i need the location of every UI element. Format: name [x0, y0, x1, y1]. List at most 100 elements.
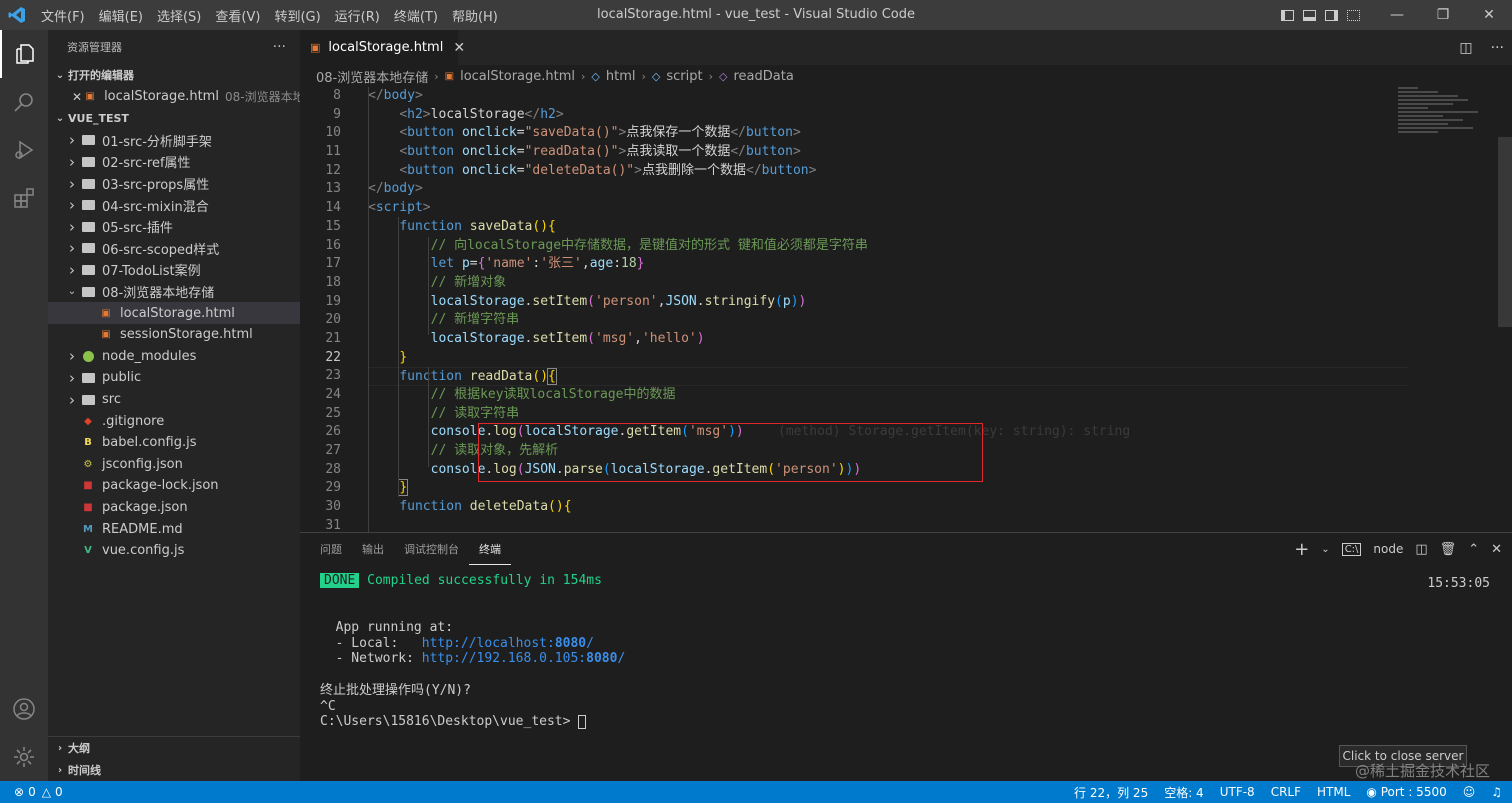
code-line: </body>: [368, 181, 423, 197]
open-editors-section[interactable]: ⌄ 打开的编辑器: [48, 64, 300, 86]
tree-item[interactable]: › public: [48, 367, 300, 389]
terminal-shell-name[interactable]: node: [1373, 542, 1403, 556]
line-number: 22: [325, 349, 341, 365]
menu-item[interactable]: 选择(S): [150, 6, 208, 25]
toggle-secondary-sidebar-icon[interactable]: [1320, 0, 1342, 30]
tree-item[interactable]: › 04-src-mixin混合: [48, 194, 300, 216]
tab-localstorage[interactable]: ▣ localStorage.html ✕: [300, 30, 465, 65]
close-icon[interactable]: ✕: [1466, 0, 1512, 30]
live-server-port[interactable]: ◉ Port : 5500: [1366, 785, 1446, 799]
tree-item[interactable]: ▣ localStorage.html: [48, 302, 300, 324]
search-icon[interactable]: [0, 78, 48, 126]
file-tree: › 01-src-分析脚手架 › 02-src-ref属性 › 03-src-props属…: [48, 130, 300, 562]
tree-item[interactable]: › 07-TodoList案例: [48, 259, 300, 281]
explorer-icon[interactable]: [0, 30, 48, 78]
tree-item[interactable]: M README.md: [48, 518, 300, 540]
tab-output[interactable]: 输出: [352, 533, 394, 565]
breadcrumb-item[interactable]: localStorage.html: [460, 69, 575, 84]
tree-item[interactable]: ▣ sessionStorage.html: [48, 324, 300, 346]
chevron-down-icon: ⌄: [55, 113, 65, 125]
toggle-sidebar-icon[interactable]: [1276, 0, 1298, 30]
extensions-icon[interactable]: [0, 174, 48, 222]
code-editor[interactable]: 8 9 10 11 12 13 14 15 16 17 18 19 20 21 22 23 24 25 26 27 28…: [300, 87, 1512, 532]
more-actions-icon[interactable]: ···: [1491, 40, 1504, 56]
menu-item[interactable]: 帮助(H): [445, 6, 505, 25]
tree-item-label: sessionStorage.html: [120, 327, 253, 343]
tree-item[interactable]: ■ package-lock.json: [48, 475, 300, 497]
maximize-panel-icon[interactable]: ⌃: [1468, 542, 1479, 557]
menu-item[interactable]: 转到(G): [267, 6, 327, 25]
tab-label: localStorage.html: [328, 40, 444, 55]
line-number: 12: [325, 162, 341, 178]
code-area[interactable]: </body> <h2>localStorage</h2> <button on…: [368, 87, 1408, 532]
local-port[interactable]: 8080: [555, 636, 586, 651]
timeline-section[interactable]: › 时间线: [48, 759, 300, 781]
tree-item[interactable]: › 02-src-ref属性: [48, 151, 300, 173]
minimap[interactable]: [1398, 87, 1498, 147]
notifications-bell-icon[interactable]: ♫: [1491, 785, 1502, 799]
open-editor-item[interactable]: ✕ ▣ localStorage.html 08-浏览器本地...: [48, 86, 300, 108]
folder-icon: [80, 241, 96, 255]
network-url[interactable]: http://192.168.0.105:: [422, 651, 586, 666]
feedback-icon[interactable]: ☺: [1463, 785, 1476, 799]
tab-debug-console[interactable]: 调试控制台: [394, 533, 469, 565]
tree-item[interactable]: › 01-src-分析脚手架: [48, 130, 300, 152]
breadcrumb-item[interactable]: 08-浏览器本地存储: [316, 67, 428, 86]
tree-item[interactable]: ⌄ 08-浏览器本地存储: [48, 281, 300, 303]
encoding[interactable]: UTF-8: [1220, 785, 1255, 799]
menu-item[interactable]: 编辑(E): [92, 6, 150, 25]
project-section[interactable]: ⌄ VUE_TEST: [48, 108, 300, 130]
minimize-icon[interactable]: —: [1374, 0, 1420, 30]
menu-item[interactable]: 查看(V): [208, 6, 267, 25]
tab-terminal[interactable]: 终端: [469, 533, 511, 565]
split-terminal-icon[interactable]: ◫: [1415, 542, 1427, 557]
local-url[interactable]: http://localhost:: [422, 636, 555, 651]
line-ending[interactable]: CRLF: [1271, 785, 1301, 799]
tree-item[interactable]: › node_modules: [48, 346, 300, 368]
problems-status[interactable]: ⊗ 0 △ 0: [0, 785, 63, 799]
chevron-down-icon[interactable]: ⌄: [1321, 544, 1329, 555]
tree-item[interactable]: ◆ .gitignore: [48, 410, 300, 432]
tree-item[interactable]: › 03-src-props属性: [48, 173, 300, 195]
menu-item[interactable]: 文件(F): [34, 6, 92, 25]
indentation[interactable]: 空格: 4: [1164, 784, 1204, 801]
new-terminal-icon[interactable]: +: [1294, 539, 1309, 560]
language-mode[interactable]: HTML: [1317, 785, 1350, 799]
line-number: 28: [325, 461, 341, 477]
tree-item[interactable]: › src: [48, 389, 300, 411]
split-editor-icon[interactable]: ◫: [1459, 40, 1472, 56]
close-panel-icon[interactable]: ✕: [1491, 542, 1502, 557]
tree-item[interactable]: › 05-src-插件: [48, 216, 300, 238]
chevron-right-icon: ›: [69, 152, 75, 171]
run-debug-icon[interactable]: [0, 126, 48, 174]
tab-problems[interactable]: 问题: [310, 533, 352, 565]
toggle-panel-icon[interactable]: [1298, 0, 1320, 30]
outline-section[interactable]: › 大纲: [48, 737, 300, 759]
menu-item[interactable]: 终端(T): [387, 6, 445, 25]
tree-item[interactable]: Bbabel.config.js: [48, 432, 300, 454]
close-editor-icon[interactable]: ✕: [72, 90, 82, 104]
more-actions-icon[interactable]: ···: [273, 39, 286, 55]
breadcrumb-item[interactable]: html: [606, 69, 636, 84]
explorer-title: 资源管理器: [67, 41, 122, 54]
menu-bar: 文件(F) 编辑(E) 选择(S) 查看(V) 转到(G) 运行(R) 终端(T) 帮助(H): [34, 0, 505, 30]
breadcrumb-item[interactable]: readData: [733, 69, 793, 84]
close-tab-icon[interactable]: ✕: [453, 40, 465, 56]
trash-icon[interactable]: 🗑: [1440, 542, 1457, 557]
menu-item[interactable]: 运行(R): [328, 6, 387, 25]
tree-item[interactable]: Vvue.config.js: [48, 540, 300, 562]
settings-gear-icon[interactable]: [0, 733, 48, 781]
tree-item-label: src: [102, 392, 121, 408]
customize-layout-icon[interactable]: [1342, 0, 1364, 30]
vertical-scrollbar[interactable]: [1498, 137, 1512, 327]
terminal-output[interactable]: DONE Compiled successfully in 154ms App …: [320, 573, 1500, 730]
cursor-position[interactable]: 行 22，列 25: [1074, 784, 1148, 801]
tree-item[interactable]: ■ package.json: [48, 497, 300, 519]
breadcrumb-item[interactable]: script: [666, 69, 702, 84]
breadcrumb: 08-浏览器本地存储 › ▣ localStorage.html › ◇ htm…: [300, 65, 1512, 87]
accounts-icon[interactable]: [0, 685, 48, 733]
tree-item[interactable]: ⚙ jsconfig.json: [48, 454, 300, 476]
tree-item[interactable]: › 06-src-scoped样式: [48, 238, 300, 260]
restore-icon[interactable]: ❐: [1420, 0, 1466, 30]
network-port[interactable]: 8080: [586, 651, 617, 666]
